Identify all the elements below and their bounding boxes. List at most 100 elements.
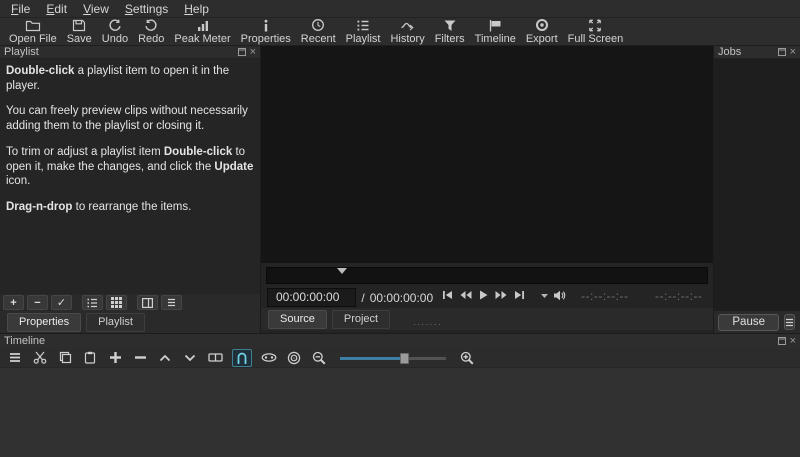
add-button[interactable]: +	[3, 295, 24, 310]
playlist-tip: To trim or adjust a playlist item Double…	[6, 145, 254, 188]
concentric-circles-icon	[287, 351, 301, 364]
tab-project[interactable]: Project	[331, 310, 391, 329]
playlist-tip: Double-click a playlist item to open it …	[6, 65, 230, 92]
close-panel-icon[interactable]: ×	[790, 46, 796, 57]
scrub-while-dragging-button[interactable]	[261, 349, 277, 367]
cut-button[interactable]	[32, 349, 48, 367]
jobs-bottom-bar: Pause	[714, 311, 800, 333]
open-file-button[interactable]: Open File	[4, 18, 62, 45]
overwrite-button[interactable]	[182, 349, 198, 367]
copy-button[interactable]	[57, 349, 73, 367]
play-button[interactable]	[479, 290, 488, 300]
position-spinbox[interactable]: 00:00:00:00	[267, 288, 357, 307]
view-tiles-icon	[111, 297, 122, 308]
redo-arrow-icon	[144, 18, 158, 32]
update-button[interactable]: ✓	[51, 295, 72, 310]
list-icon	[356, 18, 370, 32]
export-button[interactable]: Export	[521, 18, 563, 45]
menu-file[interactable]: File	[3, 1, 38, 17]
timeline-menu-button[interactable]	[7, 349, 23, 367]
toolbar-label: Filters	[434, 33, 465, 45]
player-tab-bar: Source Project ·······	[261, 308, 713, 330]
snap-toggle-button[interactable]	[232, 348, 252, 367]
view-icons-button[interactable]	[137, 295, 158, 310]
redo-button[interactable]: Redo	[133, 18, 169, 45]
slider-handle[interactable]	[399, 352, 409, 364]
in-point-display: --:--:--:--	[581, 289, 629, 303]
seek-bar[interactable]	[266, 267, 708, 284]
flag-icon	[488, 18, 502, 32]
toolbar-label: Properties	[240, 33, 291, 45]
volume-button[interactable]	[553, 290, 566, 301]
tab-playlist[interactable]: Playlist	[86, 313, 145, 332]
menu-help[interactable]: Help	[176, 1, 217, 17]
scrub-drag-icon	[261, 353, 277, 362]
playhead-marker[interactable]	[336, 268, 347, 279]
jobs-list	[714, 59, 800, 311]
folder-icon	[25, 18, 41, 32]
view-details-button[interactable]	[82, 295, 103, 310]
copy-icon	[59, 351, 71, 364]
full-screen-button[interactable]: Full Screen	[563, 18, 629, 45]
close-panel-icon[interactable]: ×	[790, 335, 796, 346]
playlist-menu-button[interactable]	[161, 295, 182, 310]
lift-button[interactable]	[157, 349, 173, 367]
playlist-button[interactable]: Playlist	[341, 18, 386, 45]
view-details-icon	[142, 297, 153, 308]
player-menu-button[interactable]	[540, 291, 549, 300]
menu-bar: File Edit View Settings Help	[0, 0, 800, 18]
properties-button[interactable]: Properties	[236, 18, 296, 45]
toolbar-label: History	[390, 33, 425, 45]
jobs-menu-button[interactable]	[784, 314, 795, 330]
position-value: 00:00:00:00	[276, 290, 340, 304]
left-dock-tab-bar: Properties Playlist	[0, 311, 260, 333]
skip-to-end-button[interactable]	[514, 290, 525, 300]
close-panel-icon[interactable]: ×	[250, 46, 256, 57]
toolbar-label: Full Screen	[567, 33, 624, 45]
view-tiles-button[interactable]	[106, 295, 127, 310]
timeline-tracks-area[interactable]	[0, 368, 800, 457]
append-button[interactable]	[107, 349, 123, 367]
skip-to-start-button[interactable]	[442, 290, 453, 300]
play-icon	[480, 290, 488, 300]
splitter-handle[interactable]: ·······	[413, 320, 442, 329]
remove-button[interactable]: −	[27, 295, 48, 310]
timeline-toolbar	[0, 348, 800, 368]
ripple-delete-button[interactable]	[132, 349, 148, 367]
playlist-title: Playlist	[4, 46, 39, 58]
rewind-button[interactable]	[460, 290, 472, 300]
filters-button[interactable]: Filters	[430, 18, 470, 45]
float-panel-icon[interactable]	[237, 48, 246, 56]
float-panel-icon[interactable]	[777, 337, 786, 345]
undo-button[interactable]: Undo	[97, 18, 133, 45]
zoom-out-icon	[312, 351, 326, 365]
spinbox-arrows[interactable]	[347, 290, 353, 304]
tab-source[interactable]: Source	[268, 310, 327, 329]
recent-button[interactable]: Recent	[296, 18, 341, 45]
playlist-tip: You can freely preview clips without nec…	[6, 105, 248, 133]
history-arrow-icon	[400, 18, 415, 32]
fast-forward-button[interactable]	[495, 290, 507, 300]
menu-view[interactable]: View	[75, 1, 117, 17]
paste-button[interactable]	[82, 349, 98, 367]
zoom-in-button[interactable]	[459, 349, 475, 367]
zoom-out-button[interactable]	[311, 349, 327, 367]
menu-edit[interactable]: Edit	[38, 1, 75, 17]
tab-properties[interactable]: Properties	[7, 313, 82, 332]
pause-button[interactable]: Pause	[718, 313, 779, 331]
menu-settings[interactable]: Settings	[117, 1, 176, 17]
history-button[interactable]: History	[385, 18, 429, 45]
timeline-button[interactable]: Timeline	[470, 18, 521, 45]
peak-meter-button[interactable]: Peak Meter	[169, 18, 235, 45]
save-button[interactable]: Save	[62, 18, 97, 45]
float-panel-icon[interactable]	[777, 48, 786, 56]
timeline-zoom-slider[interactable]	[340, 352, 446, 364]
clip-strip-button[interactable]	[207, 349, 223, 367]
clock-icon	[311, 18, 325, 32]
filmstrip-icon	[207, 353, 223, 362]
volume-icon	[554, 290, 566, 301]
ripple-all-tracks-button[interactable]	[286, 349, 302, 367]
timeline-title-bar: Timeline ×	[0, 334, 800, 348]
floppy-icon	[72, 18, 86, 32]
skip-to-end-icon	[515, 291, 524, 299]
